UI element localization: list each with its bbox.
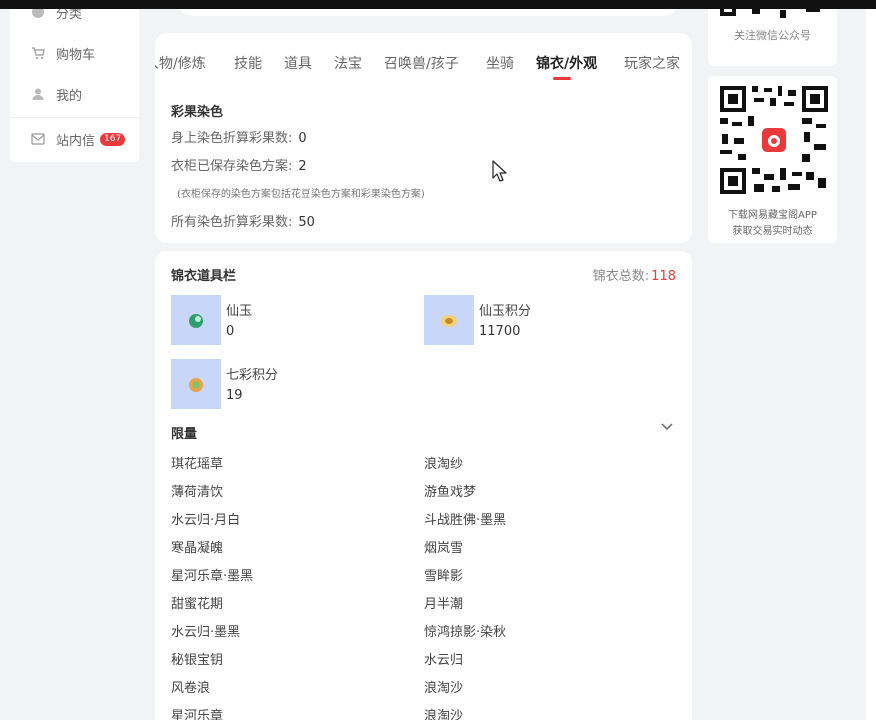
sidebar-item-label: 购物车 <box>56 47 96 63</box>
tab-items[interactable]: 道具 <box>284 53 312 73</box>
limited-item[interactable]: 惊鸿掠影·染秋 <box>424 621 506 640</box>
app-download-caption: 下载网易藏宝阁APP <box>728 210 817 221</box>
wardrobe-panel: 锦衣道具栏 锦衣总数: 118 仙玉 0 仙玉积分 11700 七彩积分 19 限… <box>155 251 692 720</box>
item-name: 七彩积分 <box>226 368 279 383</box>
dye-row-label: 所有染色折算彩果数: <box>171 215 293 230</box>
sidebar-item-cart[interactable]: 购物车 <box>10 39 139 67</box>
qr-code <box>718 84 830 196</box>
tab-mounts[interactable]: 坐骑 <box>486 53 514 73</box>
limited-item[interactable]: 水云归 <box>424 649 463 668</box>
right-edge-strip <box>866 0 876 720</box>
limited-item[interactable]: 水云归·月白 <box>171 509 240 528</box>
wechat-qr-card: 关注微信公众号 <box>708 0 837 66</box>
wardrobe-title: 锦衣道具栏 <box>171 269 237 284</box>
jade-points-icon <box>424 295 474 345</box>
mouse-cursor-icon <box>492 160 507 182</box>
jade-icon <box>171 295 221 345</box>
user-icon <box>30 86 46 102</box>
dye-row-body: 身上染色折算彩果数: 0 <box>171 127 307 146</box>
limited-item[interactable]: 浪淘纱 <box>424 453 463 472</box>
wardrobe-total: 锦衣总数: 118 <box>593 265 676 284</box>
chevron-down-icon[interactable] <box>660 419 674 433</box>
active-tab-indicator <box>553 77 571 80</box>
tab-player-home[interactable]: 玩家之家 <box>624 53 680 73</box>
wardrobe-item-jade-points[interactable]: 仙玉积分 11700 <box>424 295 531 345</box>
limited-item[interactable]: 游鱼戏梦 <box>424 481 476 500</box>
limited-item[interactable]: 星河乐章 <box>171 705 223 720</box>
dye-row-value: 0 <box>298 131 307 146</box>
limited-item[interactable]: 烟岚雪 <box>424 537 463 556</box>
dye-row-value: 2 <box>298 159 307 174</box>
wardrobe-total-label: 锦衣总数: <box>592 269 650 284</box>
dye-row-total: 所有染色折算彩果数: 50 <box>171 211 315 230</box>
limited-item[interactable]: 薄荷清饮 <box>171 481 223 500</box>
dye-heading: 彩果染色 <box>171 105 224 120</box>
tab-summons[interactable]: 召唤兽/孩子 <box>384 53 459 73</box>
limited-item[interactable]: 甜蜜花期 <box>171 593 223 612</box>
limited-item[interactable]: 琪花瑶草 <box>171 453 223 472</box>
limited-item[interactable]: 星河乐章·墨黑 <box>171 565 253 584</box>
unread-badge: 167 <box>100 132 126 146</box>
dye-row-label: 身上染色折算彩果数: <box>171 131 293 146</box>
rainbow-points-icon <box>171 359 221 409</box>
limited-item[interactable]: 浪淘沙 <box>424 677 463 696</box>
limited-item[interactable]: 寒晶凝魄 <box>171 537 223 556</box>
cart-icon <box>30 45 46 61</box>
app-download-card: 下载网易藏宝阁APP 获取交易实时动态 <box>708 76 837 243</box>
dye-row-wardrobe: 衣柜已保存染色方案: 2 <box>171 155 307 174</box>
sidebar: 分类 购物车 我的 站内信 167 <box>10 0 139 162</box>
limited-title: 限量 <box>171 427 198 442</box>
wardrobe-item-rainbow-points[interactable]: 七彩积分 19 <box>171 359 278 409</box>
dye-row-label: 衣柜已保存染色方案: <box>171 159 293 174</box>
wechat-caption: 关注微信公众号 <box>734 29 811 42</box>
tab-skills[interactable]: 技能 <box>234 53 262 73</box>
limited-item[interactable]: 雪眸影 <box>424 565 463 584</box>
sidebar-item-label: 站内信 <box>56 133 96 149</box>
item-name: 仙玉积分 <box>479 304 532 319</box>
item-name: 仙玉 <box>226 304 253 319</box>
sidebar-item-mine[interactable]: 我的 <box>10 80 139 108</box>
sidebar-divider <box>10 117 139 118</box>
sidebar-item-messages[interactable]: 站内信 167 <box>10 125 139 153</box>
item-value: 11700 <box>479 324 521 339</box>
item-value: 19 <box>226 388 243 403</box>
mail-icon <box>30 131 46 147</box>
sidebar-item-label: 我的 <box>56 88 83 104</box>
limited-item[interactable]: 斗战胜佛·墨黑 <box>424 509 506 528</box>
app-realtime-caption: 获取交易实时动态 <box>732 226 813 237</box>
item-value: 0 <box>226 324 235 339</box>
limited-item[interactable]: 秘银宝钥 <box>171 649 223 668</box>
limited-item[interactable]: 水云归·墨黑 <box>171 621 240 640</box>
window-top-bar <box>0 0 876 9</box>
tab-character[interactable]: 人物/修炼 <box>155 53 206 73</box>
tab-bar: 人物/修炼 技能 道具 法宝 召唤兽/孩子 坐骑 锦衣/外观 玩家之家 <box>155 53 692 79</box>
tab-treasures[interactable]: 法宝 <box>334 53 362 73</box>
limited-item[interactable]: 浪淘沙 <box>424 705 463 720</box>
role-detail-panel: 人物/修炼 技能 道具 法宝 召唤兽/孩子 坐骑 锦衣/外观 玩家之家 彩果染色… <box>155 33 692 243</box>
wardrobe-total-value: 118 <box>651 269 676 284</box>
limited-item[interactable]: 月半潮 <box>424 593 463 612</box>
dye-row-value: 50 <box>298 215 315 230</box>
tab-outfits[interactable]: 锦衣/外观 <box>536 53 597 73</box>
dye-section-title: 彩果染色 <box>171 101 223 120</box>
limited-item[interactable]: 风卷浪 <box>171 677 210 696</box>
wardrobe-item-jade[interactable]: 仙玉 0 <box>171 295 252 345</box>
dye-note: (衣柜保存的染色方案包括花豆染色方案和彩果染色方案) <box>177 189 425 200</box>
